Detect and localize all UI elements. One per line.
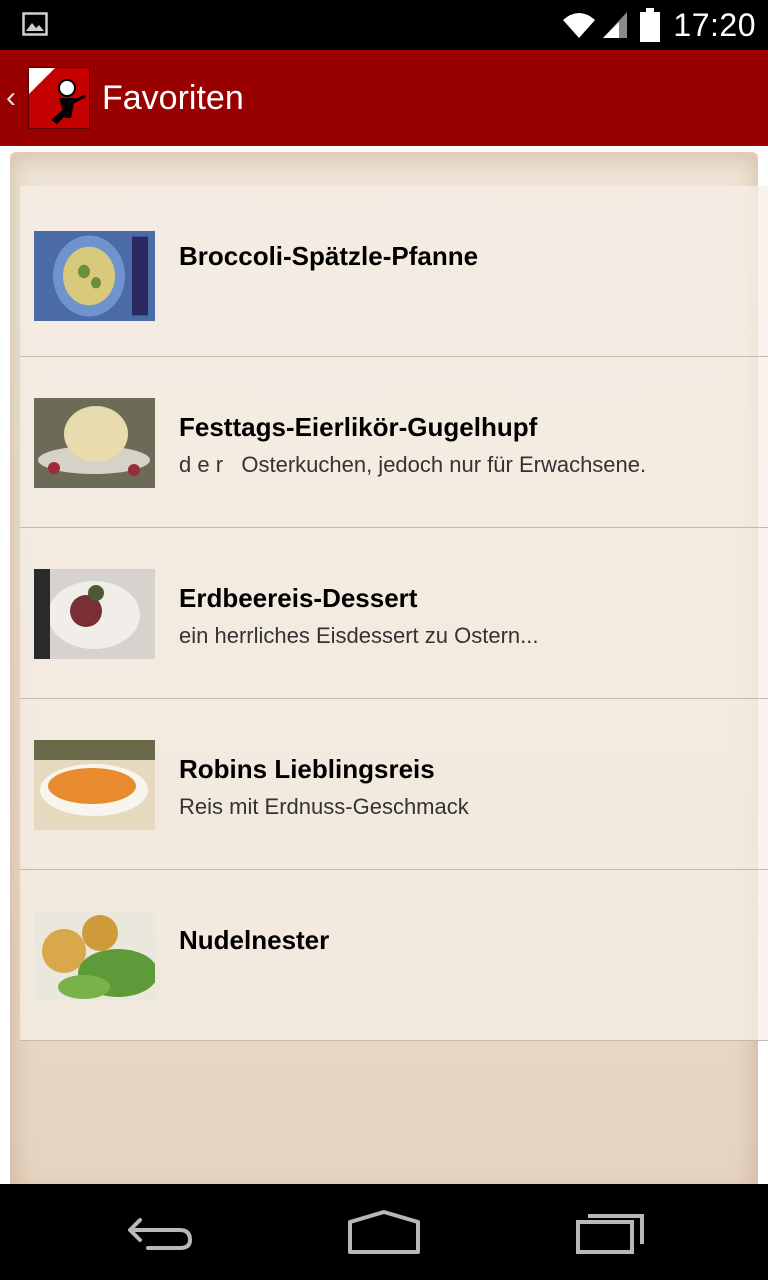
list-item[interactable]: Nudelnester: [20, 870, 768, 1041]
list-item[interactable]: Festtags-Eierlikör-Gugelhupf d e r Oster…: [20, 357, 768, 528]
favorites-list: Broccoli-Spätzle-Pfanne Festtags-Eierlik…: [20, 186, 768, 1041]
status-bar: 17:20: [0, 0, 768, 50]
recipe-title: Festtags-Eierlikör-Gugelhupf: [179, 412, 538, 442]
recipe-title: Erdbeereis-Dessert: [179, 583, 418, 613]
recipe-title: Robins Lieblingsreis: [179, 754, 435, 784]
list-item[interactable]: Broccoli-Spätzle-Pfanne: [20, 186, 768, 357]
signal-icon: [603, 12, 628, 38]
clock: 17:20: [673, 6, 756, 43]
recipe-title: Broccoli-Spätzle-Pfanne: [179, 241, 479, 271]
recipe-thumbnail: [34, 911, 155, 1001]
back-icon[interactable]: [120, 1204, 200, 1260]
recipe-thumbnail: [34, 740, 155, 830]
recipe-subtitle: d e r Osterkuchen, jedoch nur für Erwach…: [179, 452, 647, 477]
home-icon[interactable]: [344, 1204, 424, 1260]
wifi-icon: [563, 13, 596, 38]
list-item[interactable]: Erdbeereis-Dessert ein herrliches Eisdes…: [20, 528, 768, 699]
app-logo-icon[interactable]: [28, 67, 90, 129]
chevron-left-icon[interactable]: ‹: [6, 81, 24, 115]
list-item[interactable]: Robins Lieblingsreis Reis mit Erdnuss-Ge…: [20, 699, 768, 870]
page-title: Favoriten: [102, 78, 244, 117]
recipe-subtitle: Reis mit Erdnuss-Geschmack: [179, 794, 469, 819]
navigation-bar: [0, 1184, 768, 1280]
battery-icon: [640, 8, 661, 42]
action-bar: ‹ Favoriten: [0, 50, 768, 146]
recipe-title: Nudelnester: [179, 925, 330, 955]
image-notification-icon: [22, 12, 48, 36]
recipe-thumbnail: [34, 231, 155, 321]
recipe-subtitle: ein herrliches Eisdessert zu Ostern...: [179, 623, 539, 648]
favorites-content: Broccoli-Spätzle-Pfanne Festtags-Eierlik…: [0, 146, 768, 1184]
recent-apps-icon[interactable]: [570, 1204, 650, 1260]
recipe-thumbnail: [34, 569, 155, 659]
recipe-thumbnail: [34, 398, 155, 488]
